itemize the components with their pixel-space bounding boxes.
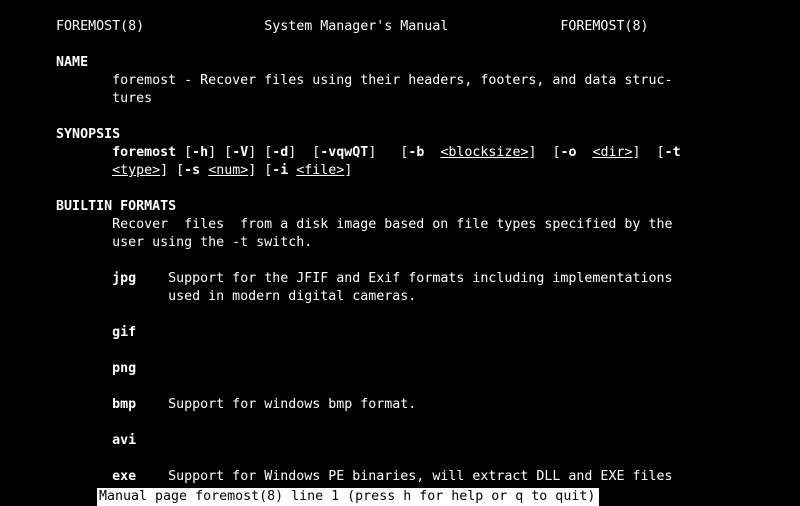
- section-heading: NAME: [56, 55, 88, 70]
- fmt-desc: Support for windows bmp format.: [168, 397, 416, 412]
- fmt-tag: bmp: [112, 397, 136, 412]
- section-builtin: BUILTIN FORMATS Recover files from a dis…: [0, 199, 672, 502]
- section-synopsis: SYNOPSIS foremost [-h] [-V] [-d] [-vqwQT…: [0, 127, 681, 178]
- fmt-tag: avi: [112, 433, 136, 448]
- header-line: FOREMOST(8) System Manager's Manual FORE…: [0, 19, 648, 34]
- section-heading: SYNOPSIS: [56, 127, 120, 142]
- fmt-desc: Support for the JFIF and Exif formats in…: [0, 271, 672, 304]
- synopsis-cmd: foremost: [112, 145, 176, 160]
- fmt-tag: exe: [112, 469, 136, 484]
- name-body: foremost - Recover files using their hea…: [0, 73, 672, 106]
- section-name: NAME foremost - Recover files using thei…: [0, 55, 672, 106]
- fmt-tag: png: [112, 361, 136, 376]
- fmt-tag: gif: [112, 325, 136, 340]
- section-heading: BUILTIN FORMATS: [56, 199, 176, 214]
- builtin-intro: Recover files from a disk image based on…: [0, 217, 672, 250]
- man-page: FOREMOST(8) System Manager's Manual FORE…: [0, 0, 800, 504]
- fmt-tag: jpg: [112, 271, 136, 286]
- pager-status-bar[interactable]: Manual page foremost(8) line 1 (press h …: [97, 488, 599, 506]
